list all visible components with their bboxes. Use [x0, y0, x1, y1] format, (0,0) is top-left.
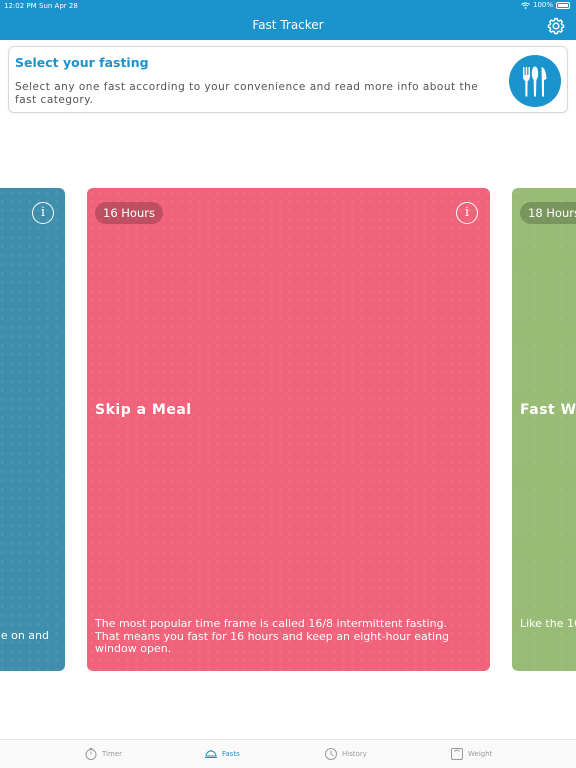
hours-badge: 16 Hours [95, 202, 163, 224]
fast-card-previous[interactable]: i e on and [0, 188, 65, 671]
tab-bar: Timer Fasts History Weight [0, 739, 576, 768]
status-right: 100% [521, 1, 570, 9]
nav-bar: Fast Tracker [0, 12, 576, 40]
fast-card-title: Fast Wit [520, 402, 576, 418]
page-title: Fast Tracker [252, 18, 324, 32]
info-card-title: Select your fasting [15, 55, 149, 70]
tab-label: History [342, 750, 367, 758]
tab-timer[interactable]: Timer [84, 747, 122, 761]
fast-card-next[interactable]: 18 Hours Fast Wit Like the 16 eating win [512, 188, 576, 671]
tab-fasts[interactable]: Fasts [204, 747, 240, 761]
fast-card-description: Like the 16 eating win [520, 617, 576, 630]
info-icon[interactable]: i [456, 202, 478, 224]
info-card-text: Select any one fast according to your co… [15, 81, 479, 106]
status-date: Sun Apr 28 [39, 2, 78, 10]
fast-card-description: The most popular time frame is called 16… [95, 617, 450, 656]
tab-label: Fasts [222, 750, 240, 758]
wifi-icon [521, 2, 530, 9]
history-icon [325, 748, 337, 760]
dish-icon [205, 749, 217, 758]
hours-badge: 18 Hours [520, 202, 576, 224]
battery-icon [556, 1, 570, 9]
tab-label: Timer [102, 750, 123, 758]
timer-icon [85, 748, 97, 760]
status-time: 12:02 PM [4, 2, 37, 10]
tab-label: Weight [468, 750, 493, 758]
scale-icon [451, 748, 463, 760]
gear-icon[interactable] [546, 16, 566, 36]
tab-weight[interactable]: Weight [450, 747, 492, 761]
cutlery-icon [509, 55, 561, 107]
fast-card-title: Skip a Meal [95, 402, 192, 418]
tab-history[interactable]: History [324, 747, 367, 761]
info-icon[interactable]: i [32, 202, 54, 224]
status-bar: 12:02 PM Sun Apr 28 100% [0, 0, 576, 12]
fast-card-description: e on and [0, 629, 49, 642]
fasting-info-card: Select your fasting Select any one fast … [8, 46, 568, 113]
fast-card-current[interactable]: 16 Hours i Skip a Meal The most popular … [87, 188, 490, 671]
battery-percent: 100% [532, 1, 553, 9]
